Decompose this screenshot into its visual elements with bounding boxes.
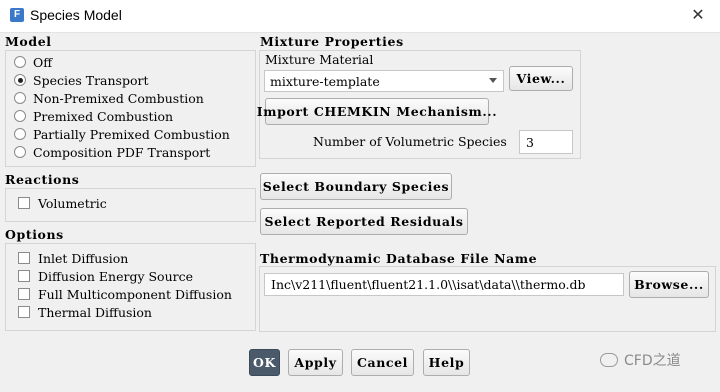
radio-button[interactable] [14, 56, 26, 68]
checkbox-label: Thermal Diffusion [38, 304, 152, 320]
num-species-label: Number of Volumetric Species [313, 134, 507, 149]
model-section-title: Model [5, 34, 52, 49]
thermo-section-title: Thermodynamic Database File Name [260, 251, 538, 266]
radio-button[interactable] [14, 92, 26, 104]
radio-label: Species Transport [33, 72, 149, 88]
radio-composition-pdf[interactable]: Composition PDF Transport [14, 143, 210, 161]
radio-button-selected[interactable] [14, 74, 26, 86]
window-title: Species Model [30, 7, 122, 23]
checkbox-label: Inlet Diffusion [38, 250, 129, 266]
checkbox-thermal-diffusion[interactable]: Thermal Diffusion [18, 303, 152, 321]
radio-label: Premixed Combustion [33, 108, 174, 124]
reactions-section-title: Reactions [5, 172, 80, 187]
select-boundary-species-button[interactable]: Select Boundary Species [260, 173, 452, 200]
checkbox[interactable] [18, 288, 30, 300]
radio-premixed[interactable]: Premixed Combustion [14, 107, 173, 125]
thermo-file-path-input[interactable]: Inc\v211\fluent\fluent21.1.0\\isat\data\… [264, 273, 624, 296]
view-button[interactable]: View... [509, 66, 573, 91]
ok-button[interactable]: OK [249, 349, 280, 376]
mixture-material-label: Mixture Material [265, 52, 374, 67]
radio-off[interactable]: Off [14, 53, 52, 71]
checkbox[interactable] [18, 270, 30, 282]
radio-label: Non-Premixed Combustion [33, 90, 204, 106]
cancel-button[interactable]: Cancel [351, 349, 414, 376]
checkbox-volumetric[interactable]: Volumetric [18, 194, 107, 212]
radio-button[interactable] [14, 128, 26, 140]
radio-label: Off [33, 54, 53, 70]
import-chemkin-button[interactable]: Import CHEMKIN Mechanism... [257, 98, 497, 125]
title-bar: F Species Model ✕ [0, 0, 720, 33]
apply-button[interactable]: Apply [288, 349, 343, 376]
radio-species-transport[interactable]: Species Transport [14, 71, 149, 89]
mixture-material-value: mixture-template [270, 73, 380, 89]
select-reported-residuals-button[interactable]: Select Reported Residuals [260, 208, 468, 235]
fluent-app-icon: F [10, 8, 24, 22]
radio-partially-premixed[interactable]: Partially Premixed Combustion [14, 125, 230, 143]
radio-button[interactable] [14, 110, 26, 122]
num-species-input[interactable]: 3 [519, 130, 573, 154]
radio-label: Composition PDF Transport [33, 144, 211, 160]
checkbox-full-multicomponent[interactable]: Full Multicomponent Diffusion [18, 285, 232, 303]
mixture-section-title: Mixture Properties [260, 34, 404, 49]
chevron-down-icon [489, 78, 497, 83]
checkbox-inlet-diffusion[interactable]: Inlet Diffusion [18, 249, 128, 267]
options-section-title: Options [5, 227, 64, 242]
checkbox[interactable] [18, 197, 30, 209]
checkbox-label: Diffusion Energy Source [38, 268, 194, 284]
watermark-text: CFD之道 [624, 353, 681, 369]
help-button[interactable]: Help [423, 349, 470, 376]
radio-non-premixed[interactable]: Non-Premixed Combustion [14, 89, 204, 107]
checkbox[interactable] [18, 252, 30, 264]
radio-label: Partially Premixed Combustion [33, 126, 230, 142]
watermark: CFD之道 [600, 350, 681, 370]
close-icon[interactable]: ✕ [688, 5, 708, 25]
radio-button[interactable] [14, 146, 26, 158]
mixture-material-dropdown[interactable]: mixture-template [264, 70, 504, 92]
checkbox-label: Full Multicomponent Diffusion [38, 286, 232, 302]
checkbox-label: Volumetric [38, 195, 107, 211]
browse-button[interactable]: Browse... [629, 271, 709, 298]
checkbox-diffusion-energy-source[interactable]: Diffusion Energy Source [18, 267, 193, 285]
checkbox[interactable] [18, 306, 30, 318]
wechat-icon [600, 353, 618, 367]
